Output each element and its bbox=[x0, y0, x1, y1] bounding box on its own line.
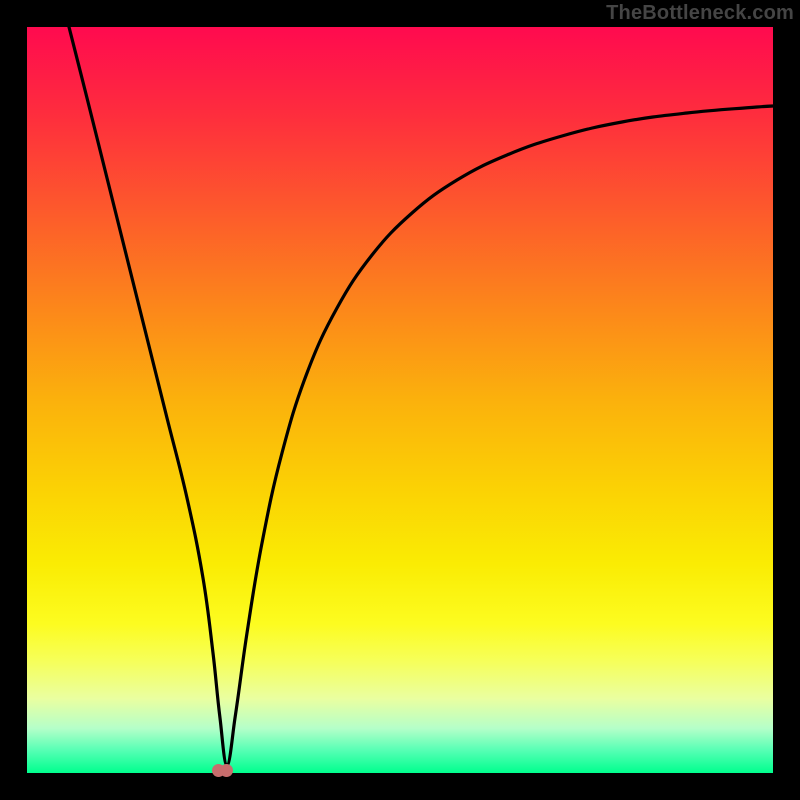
curve-svg bbox=[27, 27, 773, 773]
chart-frame: TheBottleneck.com bbox=[0, 0, 800, 800]
marker-dot bbox=[220, 764, 233, 777]
curve-line bbox=[69, 27, 773, 765]
watermark-text: TheBottleneck.com bbox=[606, 2, 794, 25]
plot-area bbox=[27, 27, 773, 773]
